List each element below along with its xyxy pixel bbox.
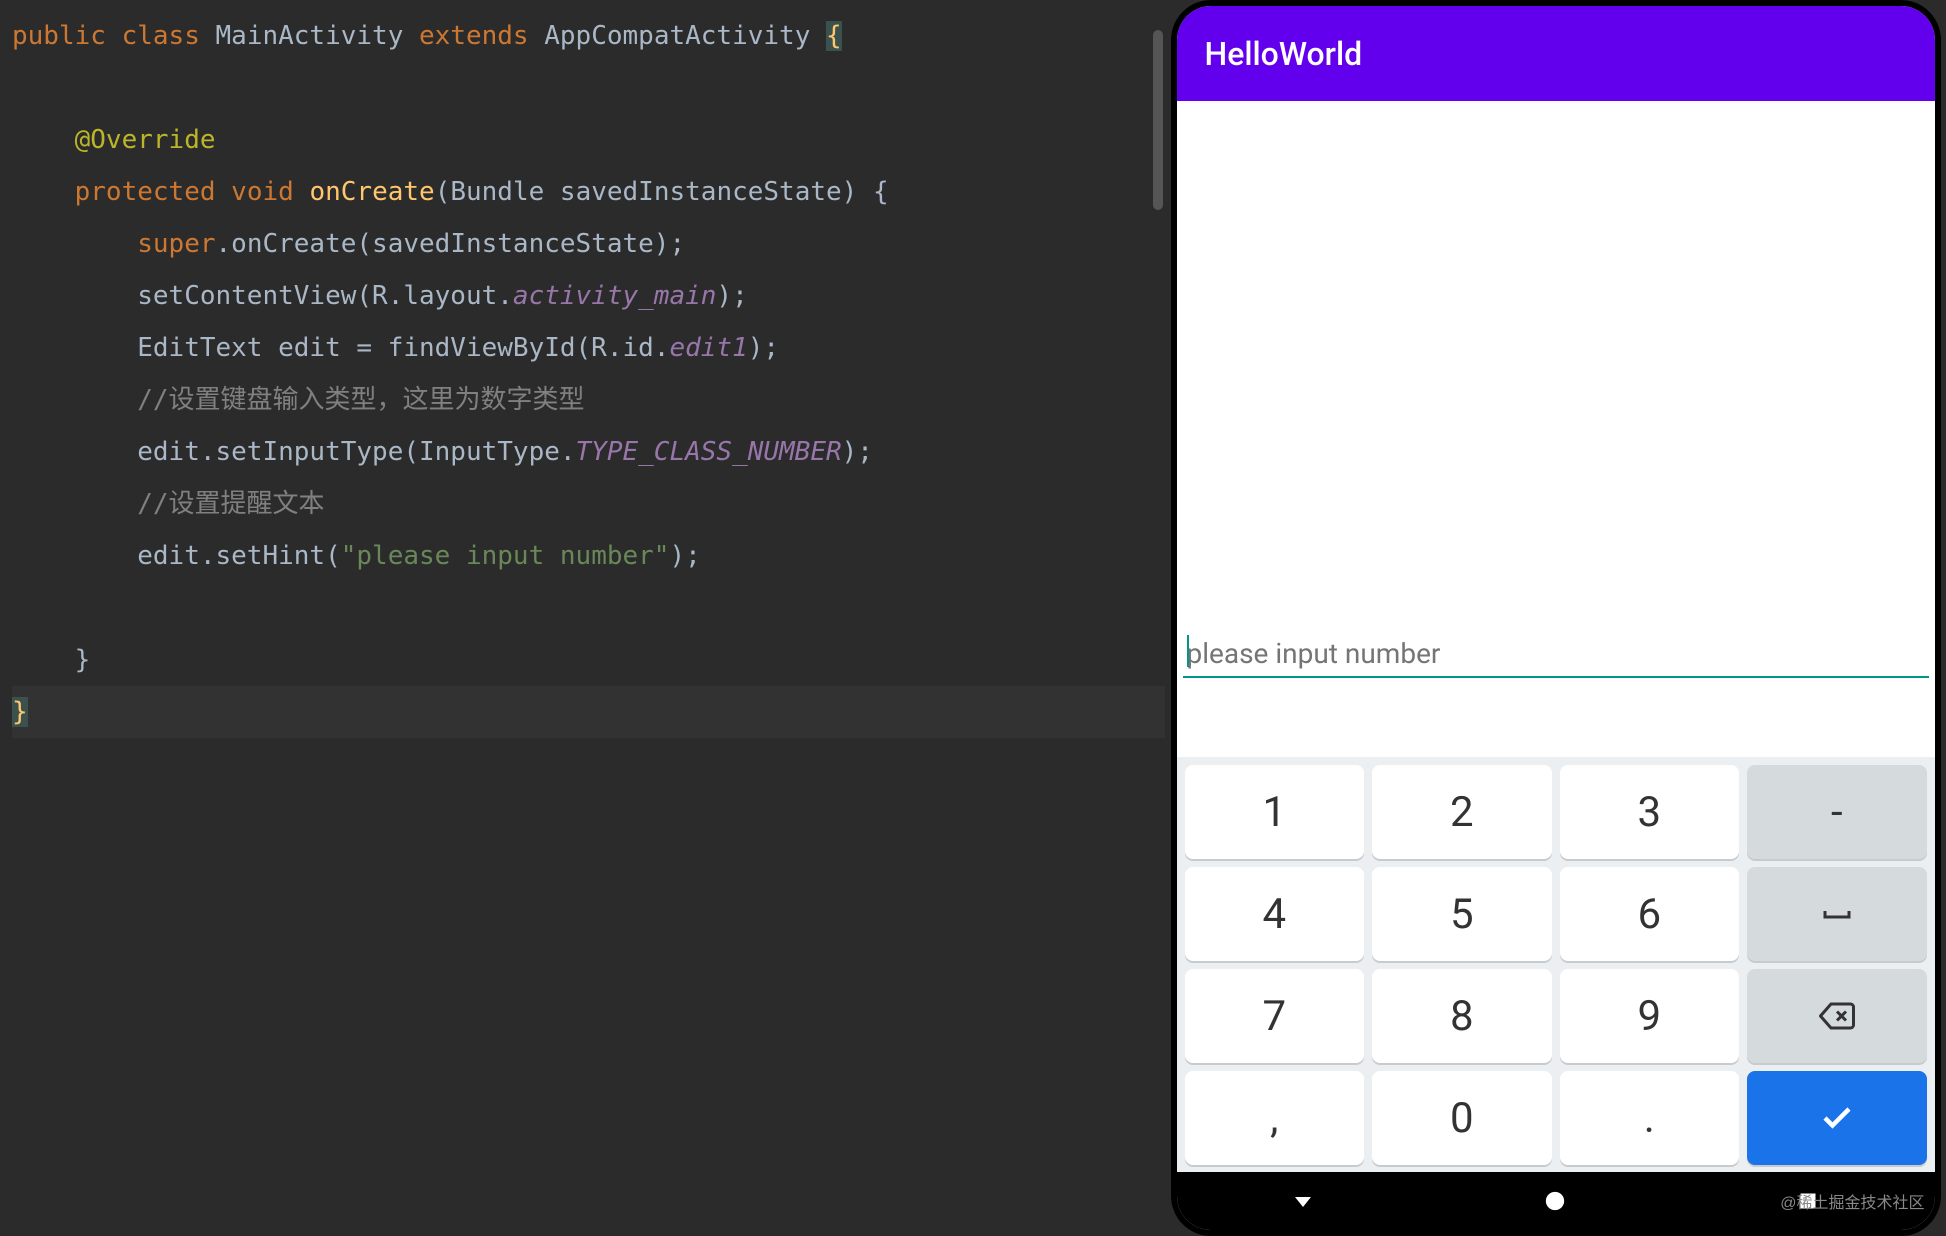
method-name: onCreate bbox=[309, 177, 434, 207]
numeric-keyboard: 1 2 3 - 4 5 6 7 8 9 bbox=[1177, 757, 1935, 1172]
nav-home-button[interactable] bbox=[1540, 1186, 1570, 1216]
code-line[interactable]: super.onCreate(savedInstanceState); bbox=[12, 218, 1165, 270]
phone-frame: HelloWorld 1 2 3 - 4 5 bbox=[1171, 0, 1941, 1236]
key-9[interactable]: 9 bbox=[1560, 969, 1740, 1063]
navigation-bar: @稀土掘金技术社区 bbox=[1177, 1172, 1935, 1230]
text: setContentView(R.layout. bbox=[137, 281, 513, 311]
backspace-icon bbox=[1819, 998, 1855, 1034]
code-line[interactable]: edit.setInputType(InputType.TYPE_CLASS_N… bbox=[12, 426, 1165, 478]
key-0[interactable]: 0 bbox=[1372, 1071, 1552, 1165]
key-space[interactable] bbox=[1747, 867, 1927, 961]
code-line-active[interactable]: } bbox=[12, 686, 1165, 738]
code-line[interactable]: protected void onCreate(Bundle savedInst… bbox=[12, 166, 1165, 218]
constant: TYPE_CLASS_NUMBER bbox=[576, 437, 842, 467]
keyword-public: public bbox=[12, 21, 106, 51]
key-period[interactable]: . bbox=[1560, 1071, 1740, 1165]
text-cursor bbox=[1187, 635, 1189, 667]
keyword-extends: extends bbox=[419, 21, 529, 51]
text: edit.setInputType(InputType. bbox=[137, 437, 575, 467]
text: .onCreate(savedInstanceState); bbox=[216, 229, 686, 259]
code-line[interactable]: EditText edit = findViewById(R.id.edit1)… bbox=[12, 322, 1165, 374]
text: EditText edit = findViewById(R.id. bbox=[137, 333, 669, 363]
key-backspace[interactable] bbox=[1747, 969, 1927, 1063]
scrollbar-thumb[interactable] bbox=[1153, 30, 1163, 210]
keyword-super: super bbox=[137, 229, 215, 259]
parent-class: AppCompatActivity bbox=[544, 21, 810, 51]
string-literal: "please input number" bbox=[341, 541, 670, 571]
keyboard-row: 7 8 9 bbox=[1185, 969, 1927, 1063]
method-params: (Bundle savedInstanceState) { bbox=[435, 177, 889, 207]
keyword-void: void bbox=[231, 177, 294, 207]
edit-text-input[interactable] bbox=[1183, 631, 1929, 678]
code-editor-pane[interactable]: public class MainActivity extends AppCom… bbox=[0, 0, 1165, 1236]
keyboard-row: , 0 . bbox=[1185, 1071, 1927, 1165]
text: ); bbox=[748, 333, 779, 363]
key-6[interactable]: 6 bbox=[1560, 867, 1740, 961]
key-2[interactable]: 2 bbox=[1372, 765, 1552, 859]
key-8[interactable]: 8 bbox=[1372, 969, 1552, 1063]
key-1[interactable]: 1 bbox=[1185, 765, 1365, 859]
annotation-override: @Override bbox=[75, 125, 216, 155]
key-3[interactable]: 3 bbox=[1560, 765, 1740, 859]
code-line[interactable]: //设置键盘输入类型，这里为数字类型 bbox=[12, 374, 1165, 426]
resource-id: edit1 bbox=[669, 333, 747, 363]
code-line[interactable] bbox=[12, 582, 1165, 634]
key-4[interactable]: 4 bbox=[1185, 867, 1365, 961]
triangle-down-icon bbox=[1291, 1189, 1315, 1213]
app-title: HelloWorld bbox=[1205, 35, 1363, 73]
text: edit.setHint( bbox=[137, 541, 341, 571]
keyword-class: class bbox=[122, 21, 200, 51]
code-line[interactable]: //设置提醒文本 bbox=[12, 478, 1165, 530]
key-minus[interactable]: - bbox=[1747, 765, 1927, 859]
nav-back-button[interactable] bbox=[1288, 1186, 1318, 1216]
space-icon bbox=[1819, 896, 1855, 932]
phone-screen: HelloWorld 1 2 3 - 4 5 bbox=[1177, 6, 1935, 1230]
emulator-pane: HelloWorld 1 2 3 - 4 5 bbox=[1165, 0, 1946, 1236]
text: ); bbox=[669, 541, 700, 571]
code-line[interactable]: edit.setHint("please input number"); bbox=[12, 530, 1165, 582]
app-content bbox=[1177, 101, 1935, 757]
text: ); bbox=[842, 437, 873, 467]
brace-close: } bbox=[75, 645, 91, 675]
watermark-text: @稀土掘金技术社区 bbox=[1780, 1189, 1924, 1213]
comment: //设置提醒文本 bbox=[137, 489, 324, 519]
keyboard-row: 4 5 6 bbox=[1185, 867, 1927, 961]
editor-scrollbar[interactable] bbox=[1149, 0, 1165, 1236]
text: ); bbox=[716, 281, 747, 311]
code-line[interactable]: public class MainActivity extends AppCom… bbox=[12, 10, 1165, 62]
class-name: MainActivity bbox=[216, 21, 404, 51]
resource-id: activity_main bbox=[513, 281, 717, 311]
key-7[interactable]: 7 bbox=[1185, 969, 1365, 1063]
brace-open: { bbox=[826, 21, 842, 51]
app-bar: HelloWorld bbox=[1177, 6, 1935, 101]
key-5[interactable]: 5 bbox=[1372, 867, 1552, 961]
key-comma[interactable]: , bbox=[1185, 1071, 1365, 1165]
circle-icon bbox=[1544, 1190, 1566, 1212]
code-line[interactable]: } bbox=[12, 634, 1165, 686]
comment: //设置键盘输入类型，这里为数字类型 bbox=[137, 385, 584, 415]
keyword-protected: protected bbox=[75, 177, 216, 207]
code-line[interactable]: @Override bbox=[12, 114, 1165, 166]
check-icon bbox=[1819, 1100, 1855, 1136]
edit-text-container bbox=[1183, 631, 1929, 678]
keyboard-row: 1 2 3 - bbox=[1185, 765, 1927, 859]
code-line[interactable]: setContentView(R.layout.activity_main); bbox=[12, 270, 1165, 322]
key-enter[interactable] bbox=[1747, 1071, 1927, 1165]
code-line[interactable] bbox=[12, 62, 1165, 114]
brace-close: } bbox=[12, 697, 28, 727]
